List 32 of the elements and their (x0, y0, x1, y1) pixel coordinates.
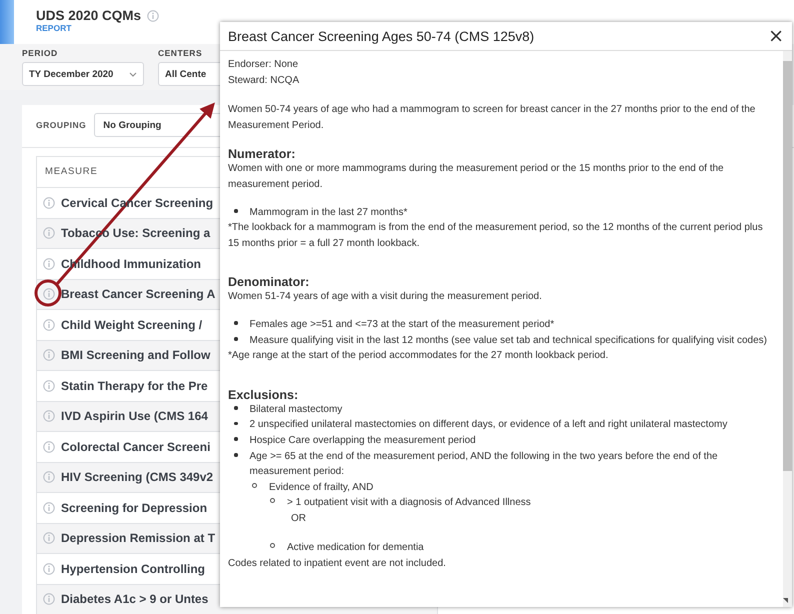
list-item: > 1 outpatient visit with a diagnosis of Advanced Illness (287, 496, 531, 510)
measure-name: Hypertension Controlling (61, 562, 205, 576)
list-text: OR (290, 512, 307, 526)
measure-name: Depression Remission at T (61, 531, 216, 546)
measure-name: Breast Cancer Screening A (61, 287, 216, 302)
list-item: Active medication for dementia (287, 541, 424, 556)
body-text: Women 51-74 years of age with a visit during the measurement period. (228, 290, 543, 304)
dialog-title: Breast Cancer Screening Ages 50-74 (CMS 125v8) (228, 28, 534, 44)
section-heading: Denominator: (228, 275, 310, 290)
measure-name: Colorectal Cancer Screeni (61, 440, 210, 454)
list-item: Hospice Care overlapping the measurement period (250, 434, 476, 448)
filter-label: CENTERS (158, 48, 204, 58)
section-heading: Exclusions: (228, 388, 300, 402)
list-item: Mammogram in the last 27 months* (250, 206, 408, 220)
list-item: Age >= 65 at the end of the measurement period, AND the following in the two years before the end of the measurement period: (250, 450, 719, 480)
footnote-text: *The lookback for a mammogram is from the end of the measurement period, so the 12 months of the current period plus 15 months prior = a full 27 month lookback. (228, 221, 764, 251)
page-subtitle: REPORT (36, 23, 72, 33)
grouping-label: GROUPING (36, 120, 86, 130)
measure-name: BMI Screening and Follow (61, 348, 210, 362)
measure-name: Statin Therapy for the Pre (61, 378, 208, 393)
body-text: Codes related to inpatient event are not included. (228, 557, 447, 572)
page-title: UDS 2020 CQMs (36, 8, 142, 23)
measure-name: IVD Aspirin Use (CMS 164 (61, 409, 208, 424)
measure-name: Screening for Depression (61, 500, 208, 515)
list-item: Bilateral mastectomy (250, 402, 342, 417)
filter-label: PERIOD (22, 48, 59, 58)
measure-name: HIV Screening (CMS 349v2 (61, 470, 214, 484)
list-item: 2 unspecified unilateral mastectomies on different days, or evidence of a left and right unilateral mastectomy (250, 418, 728, 432)
list-item: Evidence of frailty, AND (269, 480, 374, 495)
measure-name: Child Weight Screening / (61, 318, 202, 332)
list-item: Females age >=51 and <=73 at the start of the measurement period* (250, 318, 554, 332)
measure-name: Diabetes A1c > 9 or Untes (61, 592, 208, 606)
